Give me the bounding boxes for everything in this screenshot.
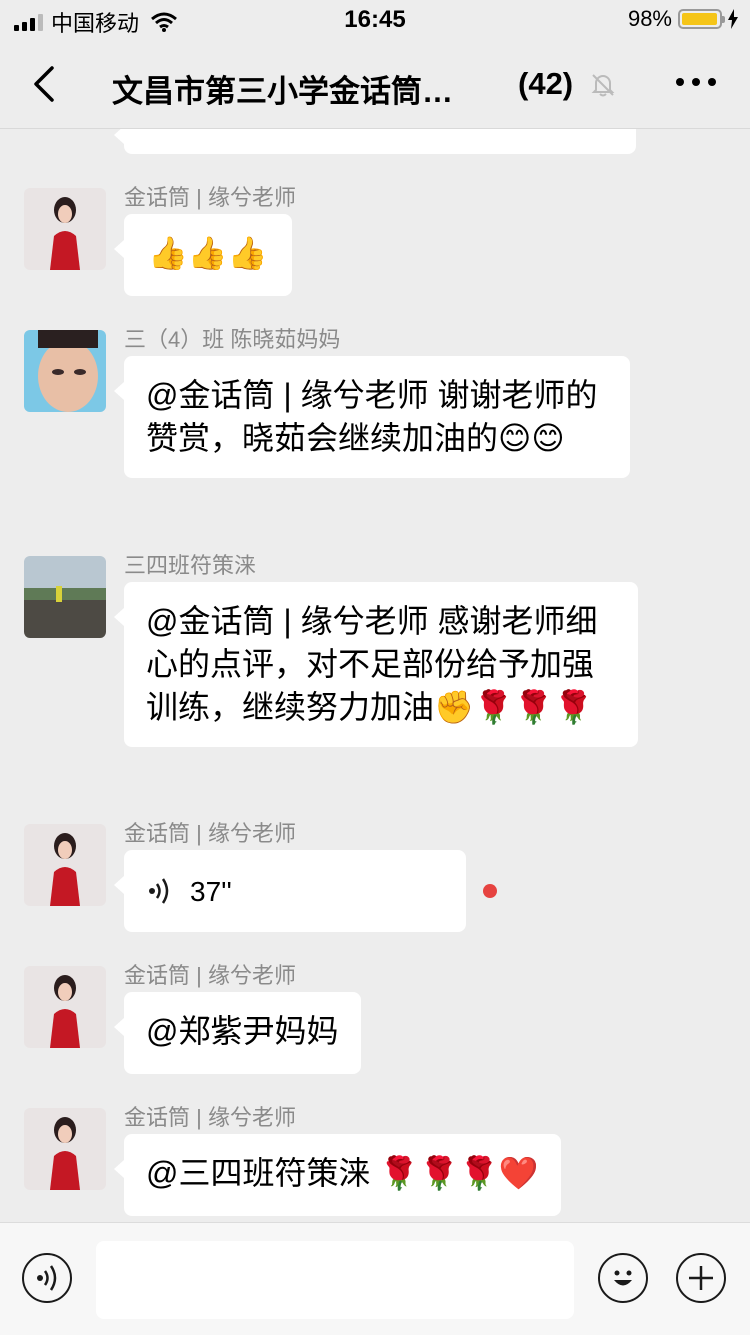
message-text: @三四班符策涞 🌹🌹🌹❤️ <box>146 1155 539 1191</box>
back-chevron-icon[interactable] <box>28 60 68 108</box>
emoji-icon <box>614 1270 632 1286</box>
avatar[interactable] <box>24 188 106 270</box>
voice-input-icon <box>37 1265 57 1291</box>
battery-icon <box>678 9 725 29</box>
status-bar: 中国移动 16:45 98% <box>0 0 750 40</box>
avatar[interactable] <box>24 556 106 638</box>
unread-dot <box>483 884 497 898</box>
chat-title: 文昌市第三小学金话筒… <box>112 74 453 109</box>
emoji-button[interactable] <box>598 1253 648 1303</box>
sender-name: 三四班符策涞 <box>124 553 257 578</box>
message-bubble[interactable]: @三四班符策涞 🌹🌹🌹❤️ <box>114 1134 561 1216</box>
message-text: 👍👍👍 <box>148 234 268 272</box>
chat-header: 文昌市第三小学金话筒… (42) <box>0 40 750 129</box>
message-bubble[interactable]: @金话筒 | 缘兮老师 谢谢老师的赞赏，晓茹会继续加油的😊😊 <box>114 356 630 478</box>
message-text: @郑紫尹妈妈 <box>146 1013 339 1049</box>
sender-name: 金话筒 | 缘兮老师 <box>124 1105 296 1130</box>
mute-bell-icon <box>591 74 615 97</box>
input-bar <box>0 1222 750 1335</box>
message-text: @金话筒 | 缘兮老师 感谢老师细心的点评，对不足部份给予加强训练，继续努力加油… <box>146 603 598 725</box>
message-bubble[interactable]: @郑紫尹妈妈 <box>114 992 361 1074</box>
plus-button[interactable] <box>676 1253 726 1303</box>
plus-icon <box>689 1266 713 1290</box>
message-bubble[interactable]: 👍👍👍 <box>114 214 292 296</box>
message-text: @金话筒 | 缘兮老师 谢谢老师的赞赏，晓茹会继续加油的😊😊 <box>146 377 598 456</box>
sender-name: 金话筒 | 缘兮老师 <box>124 185 296 210</box>
message-input[interactable] <box>96 1241 574 1319</box>
more-dots-icon[interactable] <box>676 78 716 86</box>
voice-input-button[interactable] <box>22 1253 72 1303</box>
voice-message-bubble[interactable]: 37'' <box>114 850 466 932</box>
avatar[interactable] <box>24 824 106 906</box>
voice-wave-icon <box>149 878 169 904</box>
message-bubble[interactable]: @金话筒 | 缘兮老师 感谢老师细心的点评，对不足部份给予加强训练，继续努力加油… <box>114 582 638 747</box>
battery-percent: 98% <box>627 6 672 31</box>
avatar[interactable] <box>24 330 106 412</box>
sender-name: 金话筒 | 缘兮老师 <box>124 963 296 988</box>
voice-duration: 37'' <box>190 875 232 907</box>
member-count: (42) <box>518 66 574 101</box>
avatar[interactable] <box>24 966 106 1048</box>
sender-name: 三（4）班 陈晓茹妈妈 <box>124 327 341 352</box>
sender-name: 金话筒 | 缘兮老师 <box>124 821 296 846</box>
avatar[interactable] <box>24 1108 106 1190</box>
charging-icon <box>728 9 738 29</box>
